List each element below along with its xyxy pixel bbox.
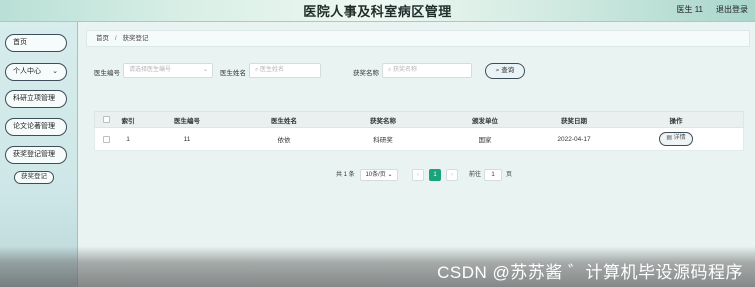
chevron-down-icon: ⌄ [52,68,58,75]
doctor-name-input[interactable]: ⌕ 医生姓名 [249,63,321,78]
sidebar-item-label: 个人中心 [13,68,41,75]
doctor-id-select[interactable]: 请选择医生编号 ⌄ [123,63,213,78]
doctor-name-placeholder: 医生姓名 [260,67,285,73]
logout-link[interactable]: 退出登录 [716,4,748,15]
pagination-total: 共 1 条 [336,172,355,178]
document-icon: ▤ [666,135,674,141]
cell-award-date: 2022-04-17 [557,135,591,143]
awards-table: 索引 医生编号 医生姓名 获奖名称 颁发单位 获奖日期 操作 1 11 依依 科… [94,111,744,151]
page-suffix: 页 [506,172,513,178]
search-filters: 医生编号 请选择医生编号 ⌄ 医生姓名 ⌕ 医生姓名 获奖名称 ⌕ 获奖名称 ⌕… [94,63,744,83]
sidebar-subitem-award-registration[interactable]: 获奖登记 [14,171,54,184]
breadcrumb-home[interactable]: 首页 [96,35,109,42]
sidebar-item-label: 首页 [13,39,27,46]
award-name-input[interactable]: ⌕ 获奖名称 [382,63,472,78]
row-checkbox[interactable] [99,128,113,150]
search-button[interactable]: ⌕ 查询 [485,63,525,79]
prev-page-button[interactable]: ‹ [412,169,424,181]
top-header: 医院人事及科室病区管理 医生 11 退出登录 [0,0,755,22]
chevron-down-icon: ⌄ [387,172,393,178]
page-size-select[interactable]: 10条/页 ⌄ [360,169,398,181]
col-doctor-id[interactable]: 医生编号 [143,112,231,127]
breadcrumb: 首页 / 获奖登记 [86,30,750,47]
col-index[interactable]: 索引 [113,112,143,127]
award-name-label: 获奖名称 [353,70,379,77]
award-name-placeholder: 获奖名称 [393,67,418,73]
current-user: 医生 11 [676,5,703,14]
page-size-value: 10条/页 [365,172,386,178]
cell-issuer: 国家 [478,137,492,144]
next-page-button[interactable]: › [446,169,458,181]
app-title: 医院人事及科室病区管理 [303,4,452,19]
sidebar-item-label: 论文论著管理 [13,123,55,130]
sidebar-item-papers[interactable]: 论文论著管理 [5,118,67,136]
col-award-date[interactable]: 获奖日期 [541,112,607,127]
cell-award-name: 科研奖 [373,137,393,144]
cell-index: 1 [126,135,130,143]
sidebar-item-research-project[interactable]: 科研立项管理 [5,90,67,108]
sidebar-item-home[interactable]: 首页 [5,34,67,52]
search-button-label: 查询 [501,67,515,74]
sidebar-item-label: 获奖登记管理 [13,151,55,158]
breadcrumb-current: 获奖登记 [122,35,149,42]
doctor-name-label: 医生姓名 [220,70,246,77]
cell-actions: ▤ 详情 [607,128,745,150]
doctor-id-label: 医生编号 [94,70,120,77]
doctor-id-placeholder: 请选择医生编号 [129,67,172,73]
watermark-text: CSDN @苏苏酱 ゛计算机毕设源码程序 [437,263,743,282]
detail-button-label: 详情 [673,135,686,141]
sidebar-item-label: 科研立项管理 [13,95,55,102]
sidebar-item-awards[interactable]: 获奖登记管理 [5,146,67,164]
select-all-checkbox[interactable] [99,112,113,127]
cell-doctor-name: 依依 [277,137,291,144]
goto-page-input[interactable]: 1 [484,169,502,181]
goto-label: 前往 [469,172,482,178]
chevron-down-icon: ⌄ [202,67,208,73]
col-doctor-name[interactable]: 医生姓名 [231,112,337,127]
breadcrumb-separator: / [114,35,117,42]
table-row: 1 11 依依 科研奖 国家 2022-04-17 ▤ 详情 [94,128,744,151]
col-award-name[interactable]: 获奖名称 [337,112,429,127]
detail-button[interactable]: ▤ 详情 [659,132,693,146]
col-issuer[interactable]: 颁发单位 [429,112,541,127]
main-content: 首页 / 获奖登记 医生编号 请选择医生编号 ⌄ 医生姓名 ⌕ 医生姓名 获奖名… [86,30,750,280]
table-header: 索引 医生编号 医生姓名 获奖名称 颁发单位 获奖日期 操作 [94,111,744,128]
page-number-current[interactable]: 1 [429,169,441,181]
pagination: 共 1 条 10条/页 ⌄ ‹ 1 › 前往 1 页 [336,169,636,183]
cell-doctor-id: 11 [183,135,191,143]
col-actions: 操作 [669,117,683,125]
sidebar-item-personal-center[interactable]: 个人中心 ⌄ [5,63,67,81]
